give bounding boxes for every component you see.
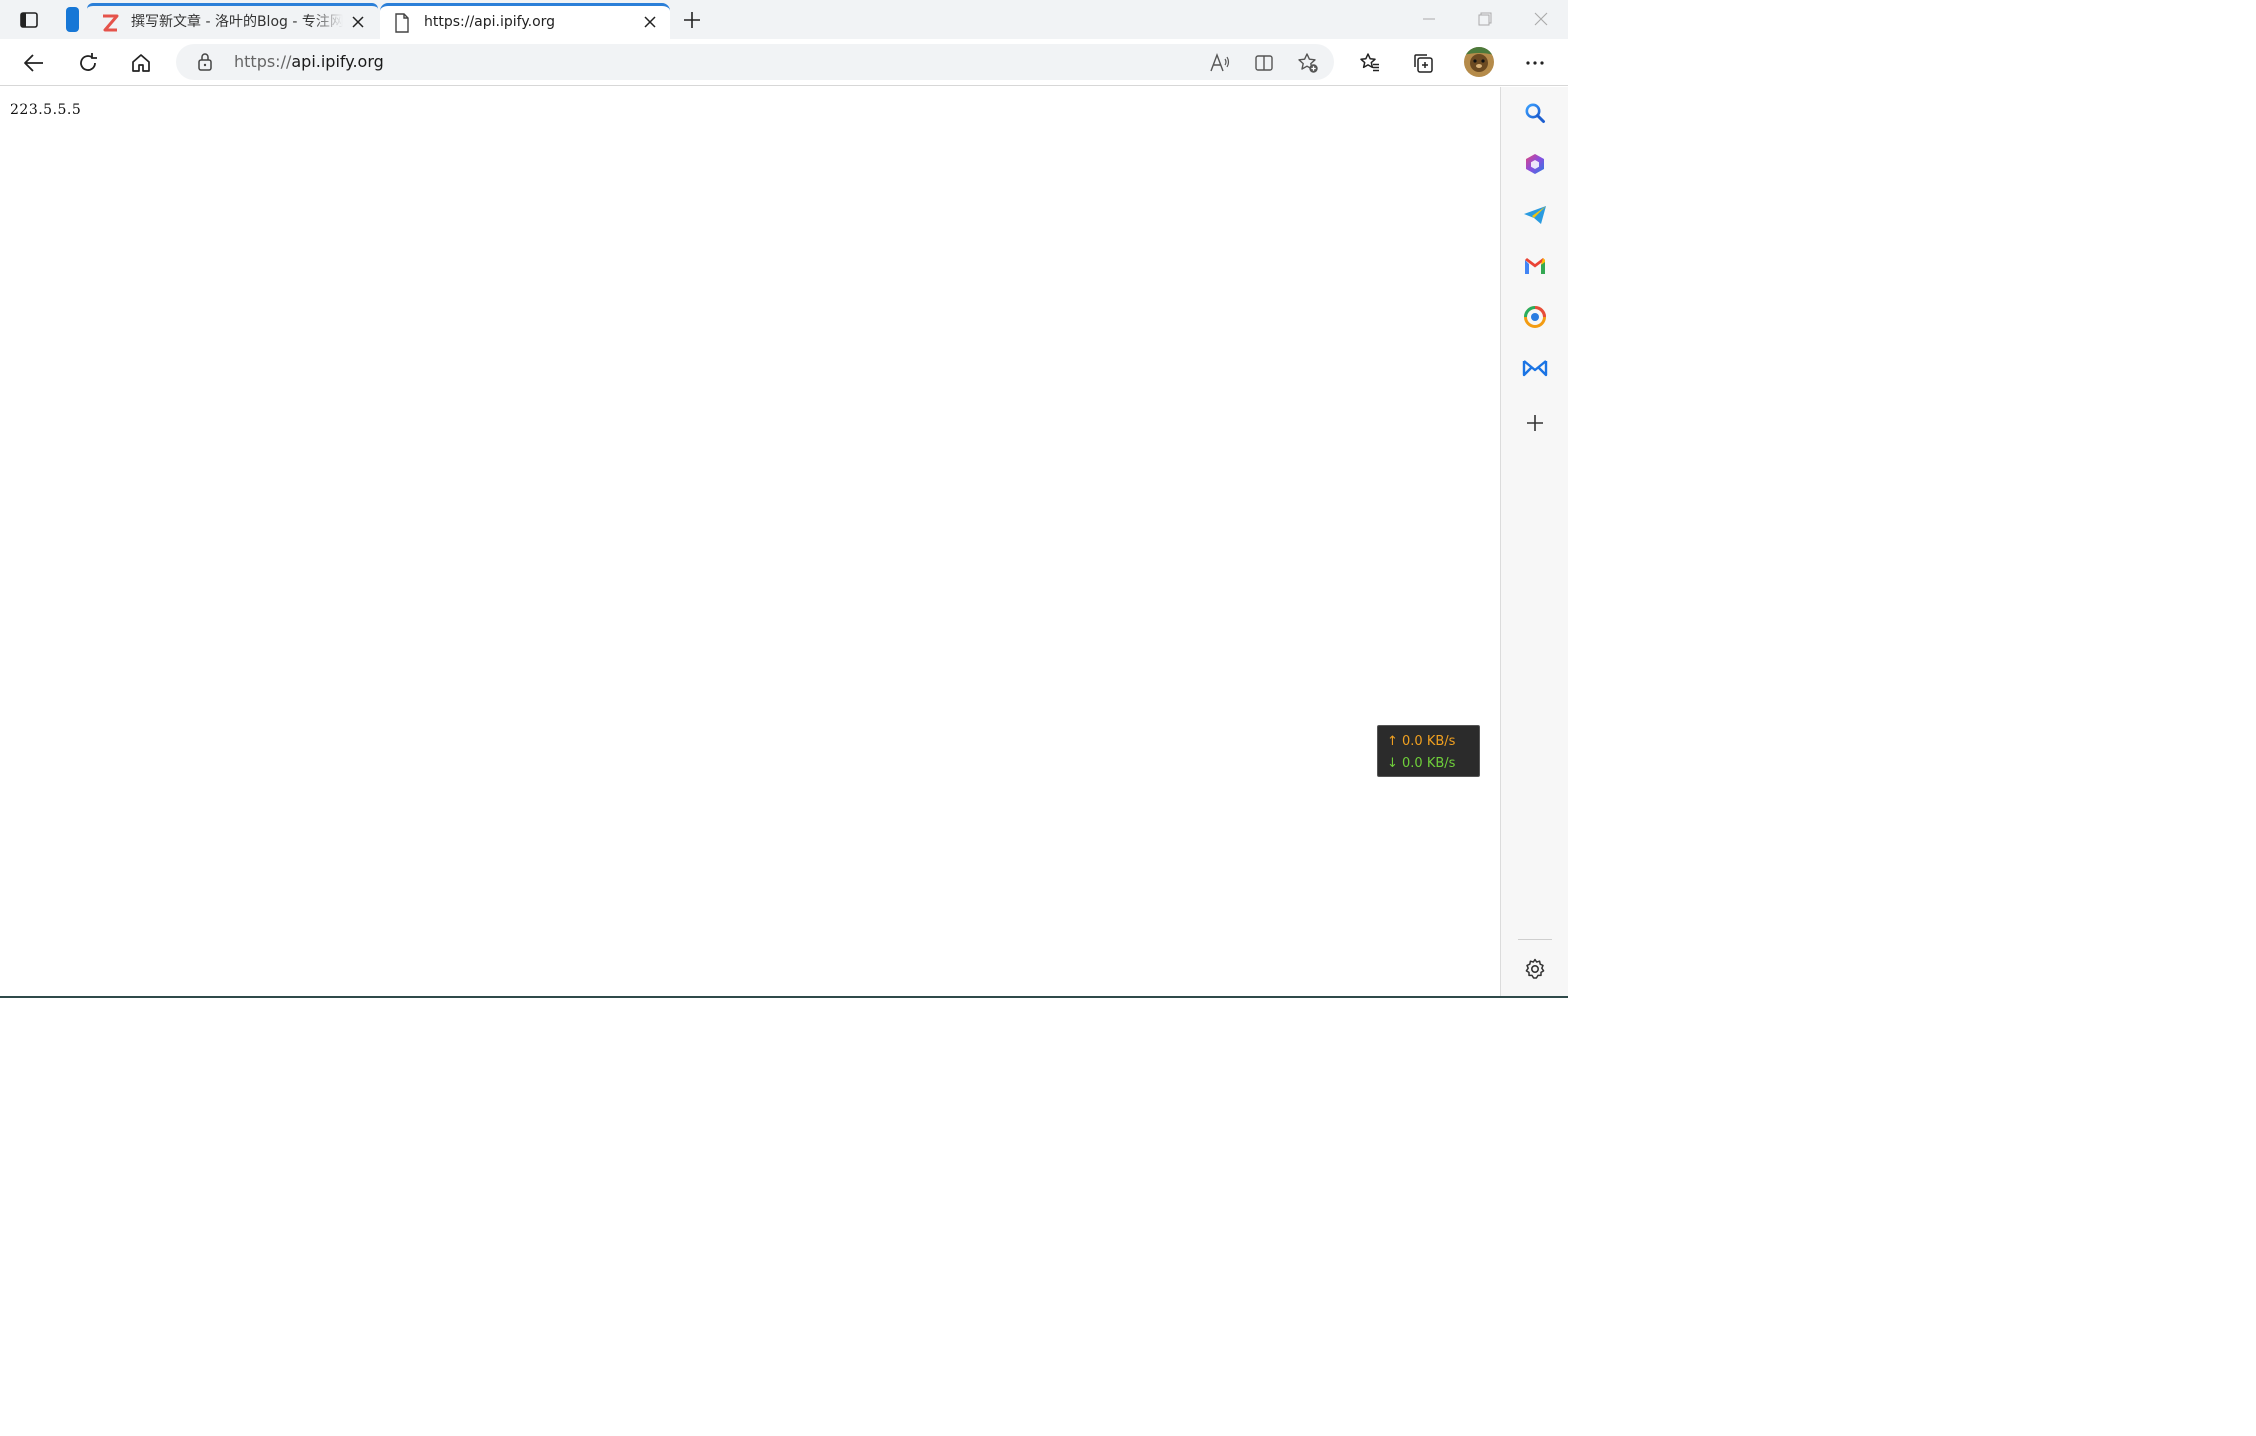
upload-speed: ↑ 0.0 KB/s [1387, 734, 1456, 749]
taskbar-edge [0, 996, 1568, 998]
url-scheme: https:// [234, 52, 292, 71]
star-add-icon [1298, 53, 1318, 73]
sidebar-divider [1518, 939, 1552, 940]
add-favorite-button[interactable] [1295, 50, 1321, 76]
sidebar-add-button[interactable] [1521, 409, 1549, 437]
page-icon [394, 13, 412, 33]
restore-button[interactable] [1462, 4, 1508, 34]
profile-avatar[interactable] [1464, 47, 1494, 77]
favorites-button[interactable] [1354, 47, 1386, 79]
split-screen-icon [1255, 55, 1273, 71]
app-icon [1524, 306, 1546, 328]
sidebar-search-button[interactable] [1521, 99, 1549, 127]
minimize-button[interactable] [1406, 4, 1452, 34]
home-icon [132, 54, 150, 72]
sidebar-app-button[interactable] [1521, 303, 1549, 331]
ip-address-text: 223.5.5.5 [10, 102, 82, 118]
close-window-button[interactable] [1518, 4, 1564, 34]
sidebar-telegram-button[interactable] [1521, 201, 1549, 229]
arrow-left-icon [24, 54, 43, 72]
sidebar-gmail-button[interactable] [1521, 252, 1549, 280]
restore-icon [1478, 12, 1492, 26]
address-bar[interactable]: https://api.ipify.org [176, 44, 1334, 80]
tab-blog-title: 撰写新文章 - 洛叶的Blog - 专注网 [131, 14, 343, 30]
page-content: 223.5.5.5 ↑ 0.0 KB/s ↓ 0.0 KB/s [0, 87, 1500, 996]
lock-icon[interactable] [196, 52, 214, 72]
telegram-icon [1524, 206, 1546, 224]
sidebar-settings-button[interactable] [1521, 955, 1549, 983]
tab-ipify[interactable]: https://api.ipify.org [380, 3, 670, 39]
tab-actions-button[interactable] [14, 6, 44, 34]
read-aloud-button[interactable] [1207, 50, 1233, 76]
collections-icon [1414, 54, 1433, 73]
close-icon [352, 16, 364, 28]
split-screen-button[interactable] [1251, 50, 1277, 76]
tab-ipify-title: https://api.ipify.org [424, 14, 556, 30]
back-button[interactable] [18, 47, 50, 79]
toolbar: https://api.ipify.org [0, 39, 1568, 86]
tab-blog[interactable]: 撰写新文章 - 洛叶的Blog - 专注网 [87, 3, 378, 39]
close-icon [644, 16, 656, 28]
gear-icon [1525, 958, 1545, 979]
download-speed: ↓ 0.0 KB/s [1387, 756, 1456, 771]
minimize-icon [1423, 18, 1435, 20]
close-icon [1534, 12, 1548, 26]
network-speed-widget[interactable]: ↑ 0.0 KB/s ↓ 0.0 KB/s [1377, 725, 1480, 777]
home-button[interactable] [125, 47, 157, 79]
tab-strip: 撰写新文章 - 洛叶的Blog - 专注网 https://api.ipify.… [0, 0, 1568, 39]
edge-sidebar [1500, 87, 1568, 996]
tab-ipify-close-button[interactable] [640, 12, 660, 32]
search-icon [1525, 103, 1545, 123]
refresh-button[interactable] [72, 47, 104, 79]
url-host: api.ipify.org [291, 52, 384, 71]
outlook-icon [1522, 360, 1548, 377]
more-icon [1526, 61, 1544, 65]
favorites-icon [1360, 53, 1379, 72]
tab-blog-close-button[interactable] [348, 12, 368, 32]
sidebar-outlook-button[interactable] [1521, 354, 1549, 382]
workspaces-icon[interactable] [66, 7, 79, 32]
collections-button[interactable] [1407, 47, 1439, 79]
settings-more-button[interactable] [1519, 47, 1551, 79]
read-aloud-icon [1210, 53, 1230, 72]
sidebar-office-button[interactable] [1521, 150, 1549, 178]
new-tab-button[interactable] [678, 6, 706, 34]
tab-actions-icon [20, 12, 38, 28]
plus-icon [684, 12, 700, 28]
office-icon [1526, 154, 1544, 174]
z-logo-icon [101, 13, 119, 33]
gmail-icon [1525, 258, 1545, 274]
url-text[interactable]: https://api.ipify.org [234, 51, 384, 73]
add-icon [1527, 415, 1543, 431]
avatar-icon [1464, 47, 1494, 77]
refresh-icon [80, 53, 97, 71]
